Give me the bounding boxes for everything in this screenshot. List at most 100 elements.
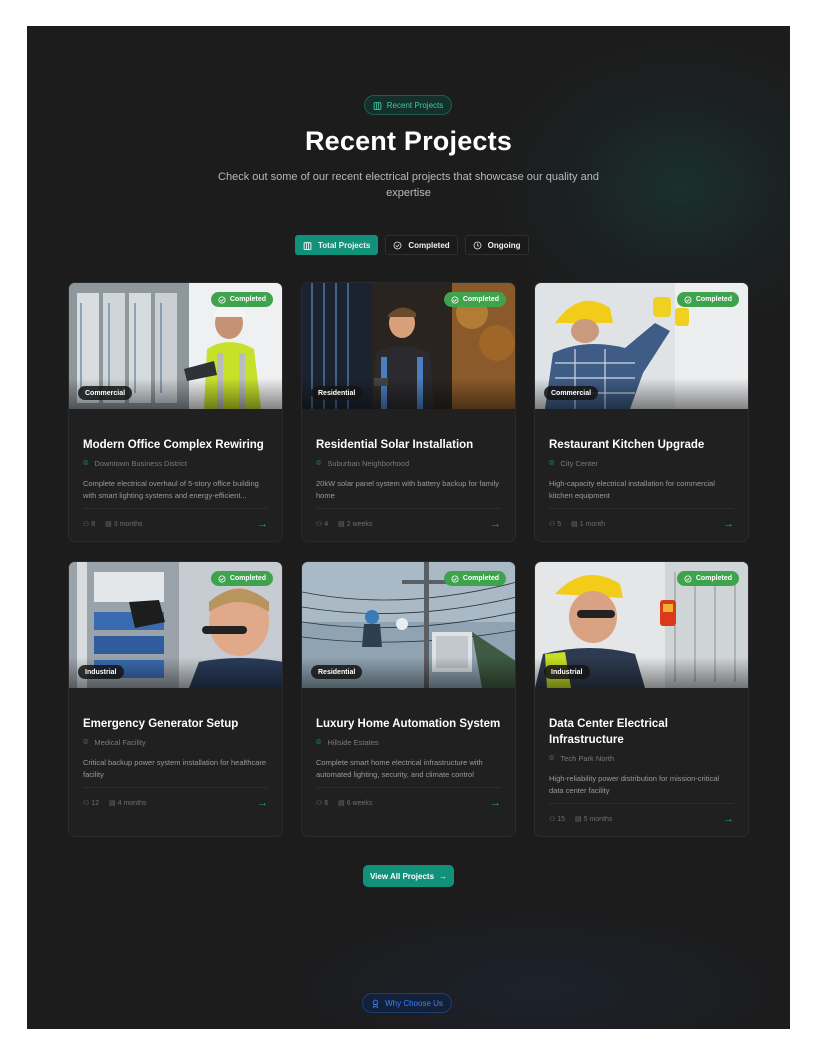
users-icon: ⚇	[83, 800, 90, 807]
team-count: 15	[557, 816, 566, 823]
users-icon: ⚇	[316, 800, 323, 807]
why-choose-us-label: Why Choose Us	[385, 998, 443, 1008]
project-title[interactable]: Residential Solar Installation	[316, 437, 501, 453]
status-badge: Completed	[443, 292, 506, 307]
duration: ▤ 5 months	[575, 815, 612, 823]
status-label: Completed	[462, 575, 499, 582]
map-pin-icon: ⌾	[316, 458, 322, 468]
team-count: 12	[91, 800, 100, 807]
project-location: ⌾ Medical Facility	[83, 737, 268, 748]
map-pin-icon: ⌾	[316, 737, 322, 747]
location-label: Medical Facility	[94, 738, 146, 747]
project-title[interactable]: Data Center Electrical Infrastructure	[549, 716, 734, 748]
check-circle-icon	[218, 296, 226, 303]
project-title[interactable]: Modern Office Complex Rewiring	[83, 437, 268, 453]
arrow-right-icon[interactable]: →	[257, 518, 268, 530]
location-label: Tech Park North	[560, 754, 615, 763]
project-location: ⌾ Suburban Neighborhood	[316, 458, 501, 469]
building-icon	[373, 101, 382, 110]
filter-completed[interactable]: Completed	[385, 235, 458, 255]
location-label: Hillside Estates	[327, 738, 379, 747]
category-badge: Commercial	[78, 386, 133, 400]
category-badge: Commercial	[544, 386, 599, 400]
background-glow-bottom	[287, 909, 787, 1029]
status-label: Completed	[229, 296, 266, 303]
location-label: City Center	[560, 459, 598, 468]
project-card[interactable]: Completed Commercial Modern Office Compl…	[68, 282, 283, 542]
award-icon	[372, 999, 379, 1008]
category-badge: Industrial	[544, 665, 590, 679]
team-size: ⚇ 15	[549, 815, 565, 823]
team-count: 6	[324, 800, 329, 807]
project-card[interactable]: Completed Industrial Data Center Electri…	[534, 561, 749, 837]
check-circle-icon	[451, 575, 459, 582]
project-image: Completed Residential	[302, 562, 515, 688]
view-all-label: View All Projects	[369, 871, 435, 881]
project-image: Completed Commercial	[535, 283, 748, 409]
status-label: Completed	[462, 296, 499, 303]
project-description: High-reliability power distribution for …	[549, 774, 720, 795]
view-all-projects-button[interactable]: View All Projects →	[363, 865, 454, 887]
status-label: Completed	[695, 296, 732, 303]
category-badge: Residential	[311, 665, 363, 679]
category-badge: Industrial	[78, 665, 124, 679]
project-title[interactable]: Luxury Home Automation System	[316, 716, 501, 732]
team-size: ⚇ 6	[316, 799, 328, 807]
filter-tabs: Total Projects Completed Ongoing	[295, 235, 529, 255]
check-circle-icon	[451, 296, 459, 303]
project-card[interactable]: Completed Industrial Emergency Generator…	[68, 561, 283, 837]
filter-total-projects[interactable]: Total Projects	[295, 235, 379, 255]
project-card[interactable]: Completed Residential Luxury Home Automa…	[301, 561, 516, 837]
check-circle-icon	[684, 296, 692, 303]
status-badge: Completed	[443, 571, 506, 586]
why-choose-us-pill: Why Choose Us	[362, 993, 452, 1013]
project-location: ⌾ City Center	[549, 458, 734, 469]
team-size: ⚇ 12	[83, 799, 99, 807]
arrow-right-icon[interactable]: →	[723, 813, 734, 825]
calendar-icon: ▤	[571, 521, 578, 528]
users-icon: ⚇	[316, 521, 323, 528]
project-description: High-capacity electrical installation fo…	[549, 479, 715, 500]
team-count: 4	[324, 521, 329, 528]
map-pin-icon: ⌾	[83, 737, 89, 747]
project-card[interactable]: Completed Commercial Restaurant Kitchen …	[534, 282, 749, 542]
project-image: Completed Commercial	[69, 283, 282, 409]
duration: ▤ 4 months	[109, 799, 146, 807]
duration-label: 2 weeks	[346, 521, 373, 528]
category-badge: Residential	[311, 386, 363, 400]
arrow-right-icon[interactable]: →	[490, 797, 501, 809]
duration-label: 3 months	[113, 521, 143, 528]
users-icon: ⚇	[549, 521, 556, 528]
duration-label: 5 months	[583, 816, 613, 823]
project-description: Complete electrical overhaul of 5-story …	[83, 479, 259, 500]
users-icon: ⚇	[549, 816, 556, 823]
project-description: 20kW solar panel system with battery bac…	[316, 479, 499, 500]
team-count: 5	[557, 521, 562, 528]
duration: ▤ 3 months	[105, 520, 142, 528]
filter-label: Ongoing	[487, 240, 521, 250]
arrow-right-icon[interactable]: →	[257, 797, 268, 809]
status-badge: Completed	[210, 571, 273, 586]
location-label: Downtown Business District	[94, 459, 187, 468]
map-pin-icon: ⌾	[549, 458, 555, 468]
project-image: Completed Residential	[302, 283, 515, 409]
arrow-right-icon: →	[439, 871, 448, 881]
project-card[interactable]: Completed Residential Residential Solar …	[301, 282, 516, 542]
status-label: Completed	[229, 575, 266, 582]
project-description: Complete smart home electrical infrastru…	[316, 758, 483, 779]
project-image: Completed Industrial	[69, 562, 282, 688]
arrow-right-icon[interactable]: →	[723, 518, 734, 530]
calendar-icon: ▤	[338, 521, 345, 528]
arrow-right-icon[interactable]: →	[490, 518, 501, 530]
team-size: ⚇ 4	[316, 520, 328, 528]
duration: ▤ 2 weeks	[338, 520, 372, 528]
project-image: Completed Industrial	[535, 562, 748, 688]
project-title[interactable]: Restaurant Kitchen Upgrade	[549, 437, 734, 453]
calendar-icon: ▤	[109, 800, 116, 807]
duration-label: 6 weeks	[346, 800, 373, 807]
map-pin-icon: ⌾	[549, 753, 555, 763]
status-label: Completed	[695, 575, 732, 582]
duration: ▤ 1 month	[571, 520, 605, 528]
project-title[interactable]: Emergency Generator Setup	[83, 716, 268, 732]
filter-ongoing[interactable]: Ongoing	[464, 235, 529, 255]
